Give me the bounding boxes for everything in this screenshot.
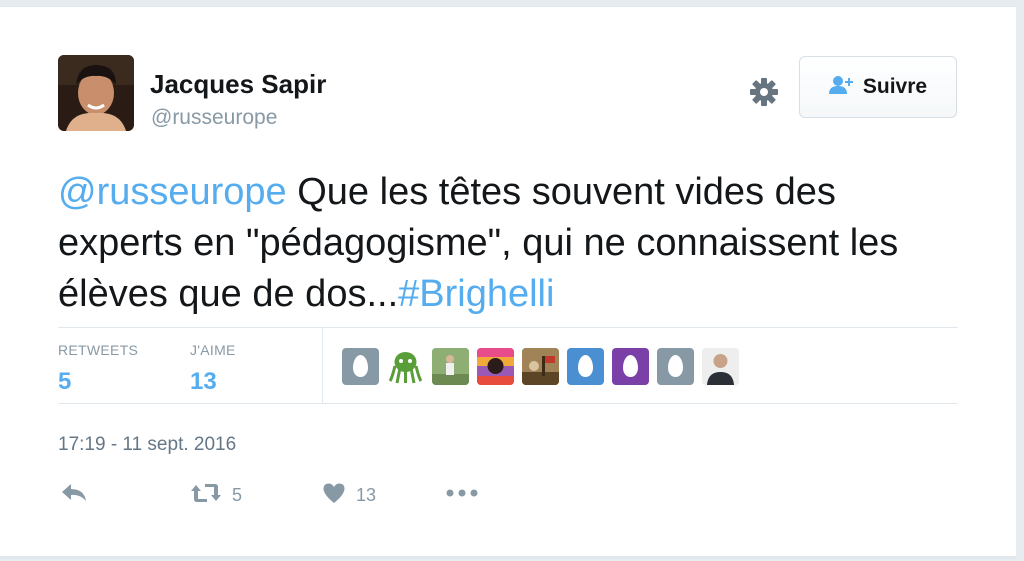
egg-avatar-icon[interactable] xyxy=(567,348,604,385)
author-avatar[interactable] xyxy=(58,55,134,131)
follow-button[interactable]: Suivre xyxy=(799,56,957,118)
retweet-icon xyxy=(190,482,222,509)
author-name[interactable]: Jacques Sapir xyxy=(150,69,326,100)
tweet-text: @russeurope Que les têtes souvent vides … xyxy=(58,167,968,320)
more-button[interactable] xyxy=(445,482,479,509)
mention-link[interactable]: @russeurope xyxy=(58,171,287,213)
stats-separator xyxy=(322,328,323,404)
reply-icon xyxy=(60,482,88,509)
add-user-icon xyxy=(828,75,855,100)
tweet-stats: RETWEETS 5 J'AIME 13 xyxy=(58,328,958,404)
retweets-label: RETWEETS xyxy=(58,342,139,358)
like-count: 13 xyxy=(356,485,377,505)
person-avatar-icon[interactable] xyxy=(702,348,739,385)
tweet-timestamp[interactable]: 17:19 - 11 sept. 2016 xyxy=(58,434,236,456)
egg-avatar-icon[interactable] xyxy=(342,348,379,385)
page-edge xyxy=(1016,0,1024,561)
hashtag-link[interactable]: #Brighelli xyxy=(398,273,554,315)
egg-avatar-icon[interactable] xyxy=(657,348,694,385)
photo-avatar-icon[interactable] xyxy=(432,348,469,385)
gear-icon[interactable] xyxy=(748,76,780,108)
divider-bottom xyxy=(58,403,958,404)
painting-avatar-icon[interactable] xyxy=(522,348,559,385)
liker-avatars xyxy=(342,348,739,385)
reply-button[interactable] xyxy=(60,482,88,509)
likes-count: 13 xyxy=(190,368,217,395)
follow-label: Suivre xyxy=(862,75,928,98)
likes-stat[interactable]: J'AIME 13 xyxy=(190,342,236,396)
retweet-button[interactable]: 5 xyxy=(190,482,242,509)
heart-icon xyxy=(322,482,346,509)
retweet-count: 5 xyxy=(232,485,243,505)
like-button[interactable]: 13 xyxy=(322,482,376,509)
tweet-card: Jacques Sapir @russeurope Suivre @russeu… xyxy=(0,6,1016,559)
green-octopus-avatar-icon[interactable] xyxy=(387,348,424,385)
egg-avatar-icon[interactable] xyxy=(612,348,649,385)
likes-label: J'AIME xyxy=(190,342,236,358)
colorful-avatar-icon[interactable] xyxy=(477,348,514,385)
retweets-stat[interactable]: RETWEETS 5 xyxy=(58,342,138,396)
author-handle[interactable]: @russeurope xyxy=(151,106,277,130)
more-dots-icon xyxy=(445,482,479,509)
retweets-count: 5 xyxy=(58,368,72,395)
